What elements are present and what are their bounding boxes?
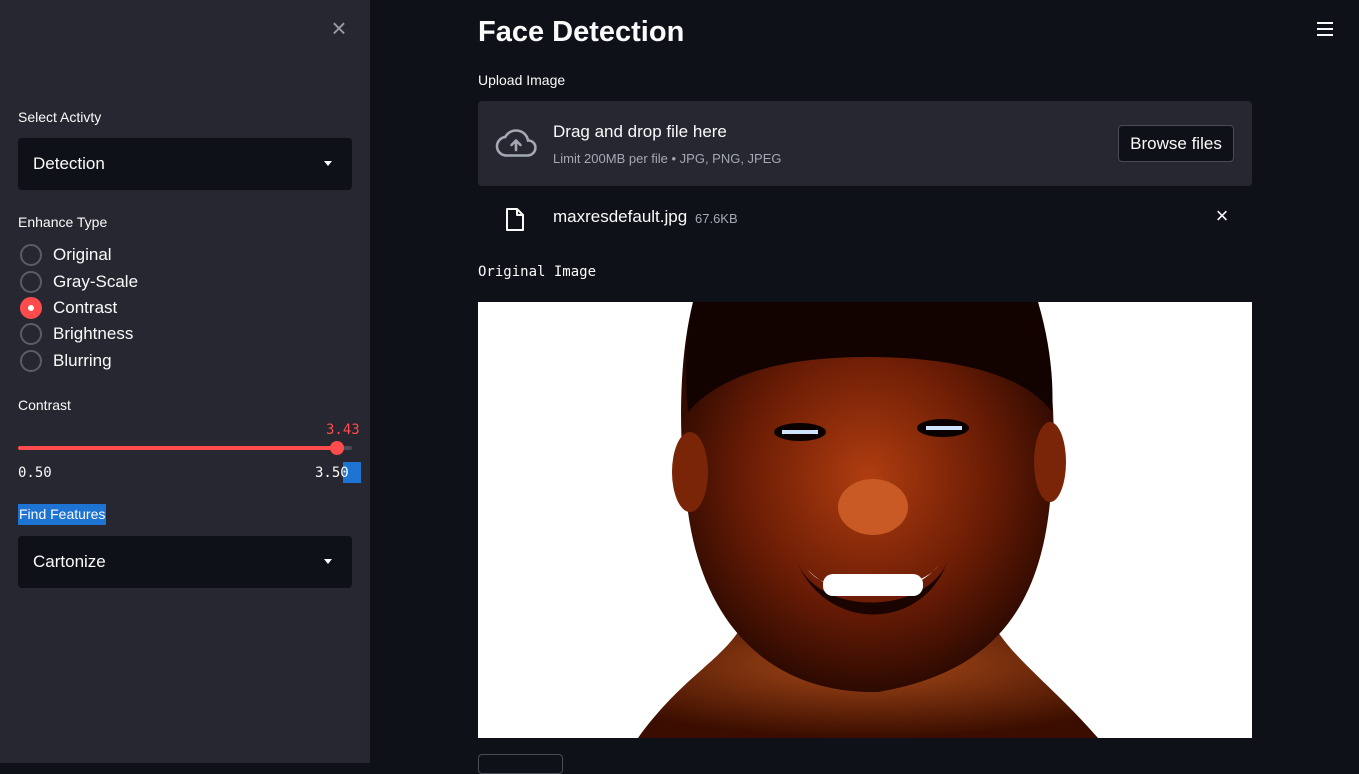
activity-select-value: Detection xyxy=(33,154,105,173)
slider-thumb[interactable] xyxy=(330,441,344,455)
partial-button[interactable] xyxy=(478,754,563,774)
browse-files-button[interactable]: Browse files xyxy=(1118,125,1234,162)
chevron-down-icon xyxy=(324,559,332,564)
slider-fill xyxy=(18,446,337,450)
features-select-value: Cartonize xyxy=(33,552,106,571)
slider-max-value: 3.50 xyxy=(315,465,349,481)
close-sidebar-icon[interactable]: × xyxy=(328,15,350,41)
chevron-down-icon xyxy=(324,161,332,166)
radio-circle-icon xyxy=(20,323,42,345)
dropzone-title: Drag and drop file here xyxy=(553,122,727,141)
find-features-label: Find Features xyxy=(18,504,107,525)
slider-current-value: 3.43 xyxy=(326,422,360,438)
features-select[interactable]: Cartonize xyxy=(18,536,352,588)
sidebar: × Select Activty Detection Enhance Type … xyxy=(0,0,370,763)
radio-label: Original xyxy=(53,245,112,264)
radio-circle-icon xyxy=(20,350,42,372)
file-name: maxresdefault.jpg xyxy=(553,207,688,226)
radio-label: Contrast xyxy=(53,298,118,317)
radio-label: Gray-Scale xyxy=(53,272,139,291)
radio-label: Brightness xyxy=(53,324,134,343)
face-photo-image xyxy=(478,302,1252,738)
main-content: Face Detection Upload Image Drag and dro… xyxy=(370,0,1359,774)
contrast-slider[interactable] xyxy=(18,441,352,455)
contrast-label: Contrast xyxy=(18,397,71,413)
slider-min-value: 0.50 xyxy=(18,465,52,481)
radio-checked-icon xyxy=(20,297,42,319)
radio-original[interactable]: Original xyxy=(20,243,112,267)
upload-label: Upload Image xyxy=(478,72,566,88)
file-size: 67.6KB xyxy=(695,211,738,226)
remove-file-icon[interactable]: × xyxy=(1214,205,1230,227)
original-image xyxy=(478,302,1252,738)
radio-contrast[interactable]: Contrast xyxy=(20,296,117,320)
file-dropzone[interactable]: Drag and drop file here Limit 200MB per … xyxy=(478,101,1252,186)
dropzone-subtitle: Limit 200MB per file • JPG, PNG, JPEG xyxy=(553,151,782,166)
radio-circle-icon xyxy=(20,244,42,266)
uploaded-file-row: maxresdefault.jpg 67.6KB × xyxy=(478,196,1252,240)
radio-brightness[interactable]: Brightness xyxy=(20,322,133,346)
radio-label: Blurring xyxy=(53,351,112,370)
activity-label: Select Activty xyxy=(18,109,102,125)
enhance-type-label: Enhance Type xyxy=(18,214,108,230)
radio-circle-icon xyxy=(20,271,42,293)
activity-select[interactable]: Detection xyxy=(18,138,352,190)
radio-gray-scale[interactable]: Gray-Scale xyxy=(20,270,138,294)
radio-blurring[interactable]: Blurring xyxy=(20,349,112,373)
cloud-upload-icon xyxy=(495,129,537,157)
hamburger-menu-icon[interactable] xyxy=(1317,22,1333,36)
page-title: Face Detection xyxy=(478,16,685,48)
original-image-caption: Original Image xyxy=(478,264,597,280)
file-icon xyxy=(506,208,524,231)
